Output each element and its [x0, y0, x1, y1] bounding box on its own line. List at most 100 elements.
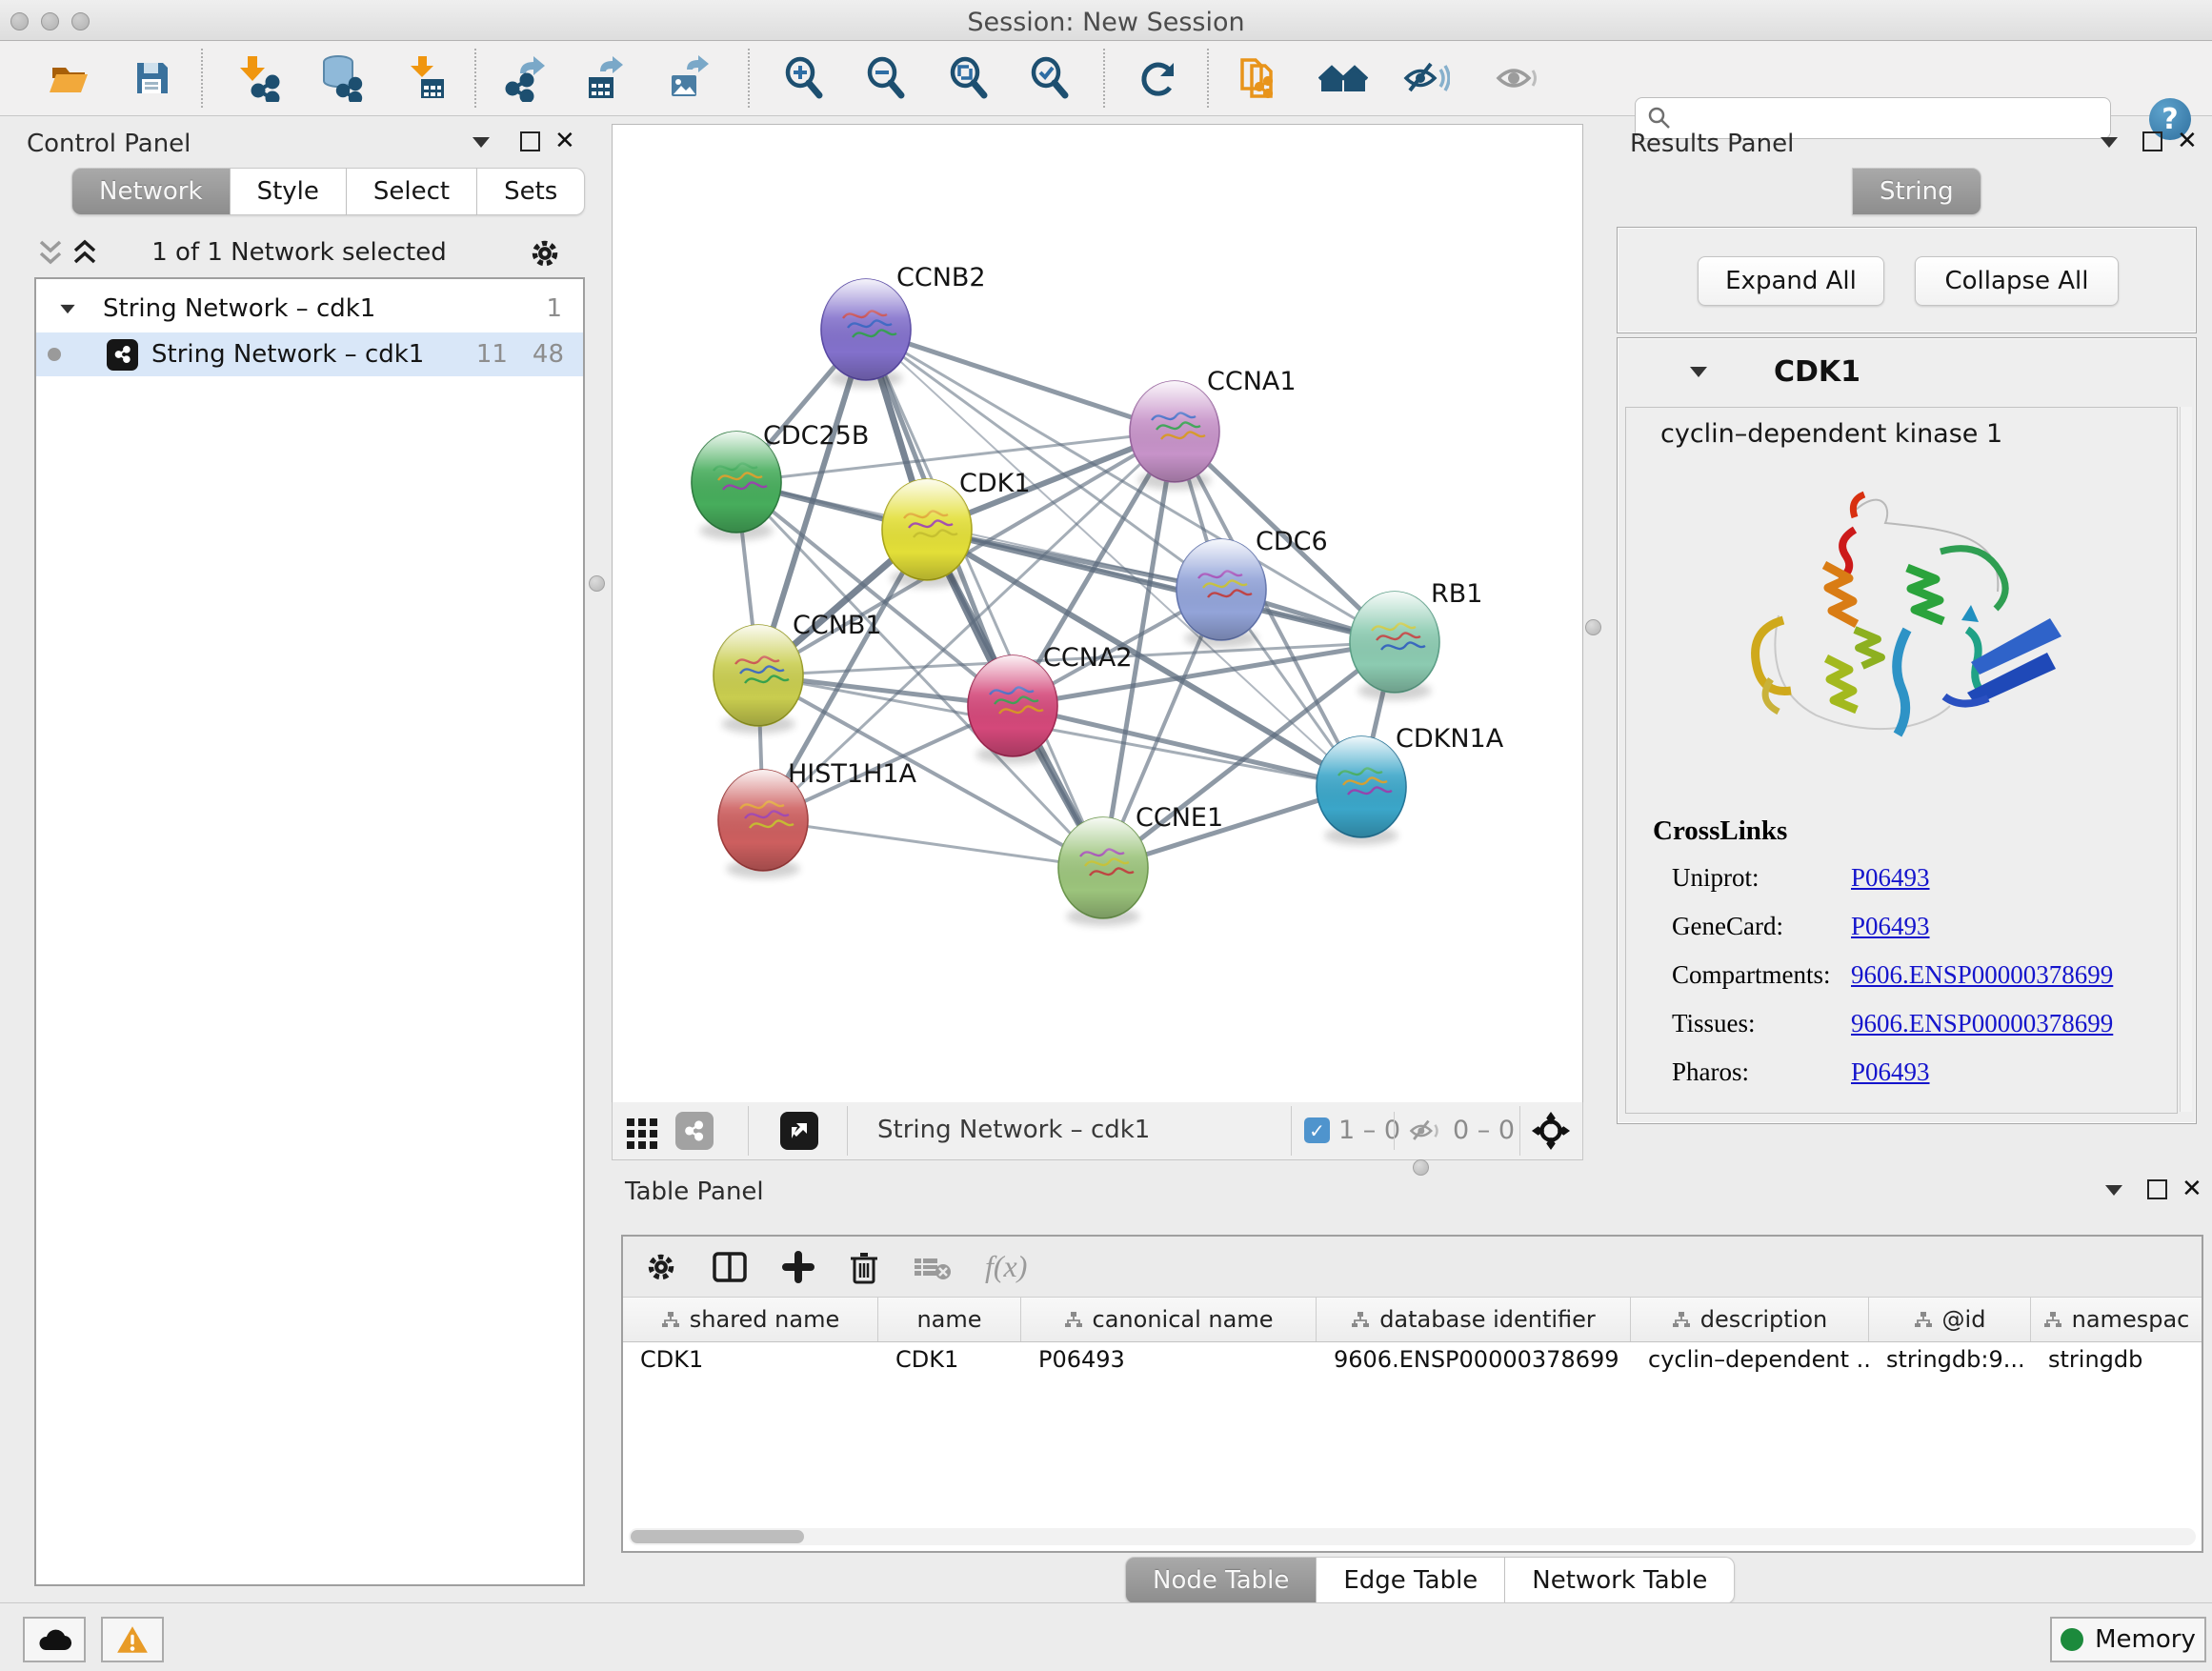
toolbar-separator	[1103, 49, 1105, 108]
cell-canonical-name: P06493	[1021, 1341, 1317, 1379]
open-session-button[interactable]	[44, 53, 93, 103]
left-splitter-handle[interactable]	[589, 575, 605, 592]
zoom-selected-button[interactable]	[1025, 53, 1075, 103]
cell-name: CDK1	[878, 1341, 1021, 1379]
collection-label: String Network – cdk1	[103, 294, 375, 323]
gene-symbol: CDK1	[1774, 355, 1860, 389]
zoom-fit-button[interactable]	[944, 53, 994, 103]
import-network-database-button[interactable]	[315, 53, 365, 103]
apply-layout-button[interactable]	[1134, 53, 1183, 103]
gene-collapse-caret-icon[interactable]	[1690, 367, 1707, 377]
control-panel-float-icon[interactable]	[520, 131, 540, 151]
crosslink-tissues-link[interactable]: 9606.ENSP00000378699	[1851, 1009, 2113, 1038]
control-panel-close-icon[interactable]: ✕	[554, 129, 575, 153]
expand-all-icon[interactable]	[70, 238, 99, 269]
column-header-at-id[interactable]: @id	[1869, 1298, 2031, 1341]
tab-network[interactable]: Network	[71, 168, 231, 215]
export-table-button[interactable]	[580, 53, 630, 103]
tab-string-results[interactable]: String	[1852, 168, 1981, 215]
first-neighbors-button[interactable]	[1318, 53, 1368, 103]
network-options-gear-icon[interactable]	[528, 236, 562, 271]
import-table-file-button[interactable]	[401, 53, 451, 103]
birdseye-grid-button[interactable]	[624, 1114, 660, 1150]
scrollbar-thumb[interactable]	[631, 1530, 804, 1543]
gene-section-header[interactable]: CDK1	[1618, 338, 2196, 405]
results-scrollbar[interactable]	[2180, 407, 2192, 1112]
export-image-button[interactable]	[663, 53, 713, 103]
table-horizontal-scrollbar[interactable]	[629, 1528, 2196, 1545]
string-view-button[interactable]	[675, 1112, 714, 1150]
current-network-dot-icon	[48, 348, 61, 361]
collection-expand-caret-icon[interactable]	[60, 304, 74, 312]
crosslink-pharos-link[interactable]: P06493	[1851, 1057, 1930, 1087]
clone-network-button[interactable]	[1234, 53, 1283, 103]
svg-text:CDK1: CDK1	[959, 469, 1031, 498]
network-collection-row[interactable]: String Network – cdk1 1	[36, 287, 583, 331]
column-header-canonical-name[interactable]: canonical name	[1021, 1298, 1317, 1341]
save-session-button[interactable]	[128, 53, 177, 103]
results-panel-close-icon[interactable]: ✕	[2177, 129, 2198, 153]
collapse-all-icon[interactable]	[36, 238, 65, 269]
create-column-plus-icon[interactable]	[781, 1250, 815, 1284]
zoom-out-button[interactable]	[861, 53, 911, 103]
crosslink-genecard-link[interactable]: P06493	[1851, 912, 1930, 941]
tab-node-table[interactable]: Node Table	[1125, 1557, 1317, 1604]
network-graph[interactable]: CCNB2CCNA1CDC25BCDK1CDC6RB1CCNB1CCNA2CDK…	[613, 125, 1582, 1102]
table-panel-close-icon[interactable]: ✕	[2182, 1177, 2202, 1201]
hide-selected-button[interactable]	[1401, 53, 1451, 103]
delete-column-trash-icon[interactable]	[848, 1249, 880, 1285]
warning-status-button[interactable]	[101, 1617, 164, 1662]
table-row[interactable]: CDK1 CDK1 P06493 9606.ENSP00000378699 cy…	[623, 1341, 2202, 1379]
column-header-database-identifier[interactable]: database identifier	[1317, 1298, 1631, 1341]
crosslink-label: Pharos:	[1672, 1057, 1749, 1087]
refresh-icon	[1136, 55, 1181, 101]
gene-detail-box: cyclin–dependent kinase 1	[1625, 407, 2178, 1114]
cell-at-id: stringdb:9...	[1869, 1341, 2031, 1379]
column-header-shared-name[interactable]: shared name	[623, 1298, 878, 1341]
table-panel-menu-caret-icon[interactable]	[2105, 1185, 2122, 1196]
tab-style[interactable]: Style	[231, 168, 347, 215]
tab-network-table[interactable]: Network Table	[1505, 1557, 1735, 1604]
table-panel-float-icon[interactable]	[2147, 1179, 2167, 1199]
column-header-description[interactable]: description	[1631, 1298, 1869, 1341]
crosslink-uniprot-link[interactable]: P06493	[1851, 863, 1930, 893]
table-panel: Table Panel ✕ f(x) shared name name cano…	[610, 1170, 2212, 1602]
show-columns-icon[interactable]	[711, 1250, 749, 1284]
svg-text:CDKN1A: CDKN1A	[1396, 724, 1504, 754]
expand-all-button[interactable]: Expand All	[1698, 256, 1884, 306]
memory-button[interactable]: Memory	[2050, 1617, 2206, 1662]
import-network-file-button[interactable]	[232, 53, 282, 103]
tab-select[interactable]: Select	[347, 168, 477, 215]
network-view-toolbar: String Network – cdk1 ✓ 1 – 0 0 – 0	[612, 1102, 1583, 1160]
database-icon	[316, 54, 364, 102]
column-header-namespace[interactable]: namespac	[2031, 1298, 2202, 1341]
results-panel-title: Results Panel	[1630, 130, 1794, 158]
selected-checkbox-icon[interactable]: ✓	[1304, 1117, 1330, 1143]
svg-text:RB1: RB1	[1431, 579, 1482, 609]
control-panel-menu-caret-icon[interactable]	[473, 137, 490, 148]
export-network-button[interactable]	[498, 53, 548, 103]
network-canvas[interactable]: CCNB2CCNA1CDC25BCDK1CDC6RB1CCNB1CCNA2CDK…	[612, 124, 1583, 1103]
network-row-selected[interactable]: String Network – cdk1 11 48	[36, 332, 583, 376]
table-header-row: shared name name canonical name database…	[623, 1298, 2202, 1342]
tab-edge-table[interactable]: Edge Table	[1317, 1557, 1505, 1604]
zoom-in-button[interactable]	[779, 53, 829, 103]
detach-view-button[interactable]	[780, 1112, 818, 1150]
column-header-name[interactable]: name	[878, 1298, 1021, 1341]
show-all-button[interactable]	[1492, 53, 1541, 103]
shared-column-icon	[1672, 1311, 1691, 1328]
results-panel-float-icon[interactable]	[2142, 131, 2162, 151]
toolbar-separator	[748, 1106, 749, 1156]
results-panel-menu-caret-icon[interactable]	[2101, 137, 2118, 148]
window-title: Session: New Session	[0, 8, 2212, 37]
crosslink-compartments-link[interactable]: 9606.ENSP00000378699	[1851, 960, 2113, 990]
shared-column-icon	[1914, 1311, 1933, 1328]
hidden-eye-slash-icon	[1407, 1116, 1443, 1146]
collapse-all-button[interactable]: Collapse All	[1915, 256, 2119, 306]
right-splitter-handle[interactable]	[1585, 619, 1601, 635]
table-options-gear-icon[interactable]	[644, 1250, 678, 1284]
tab-sets[interactable]: Sets	[477, 168, 585, 215]
cloud-status-button[interactable]	[23, 1617, 86, 1662]
control-panel: Control Panel ✕ Network Style Select Set…	[10, 122, 583, 1602]
birdseye-crosshair-icon[interactable]	[1531, 1111, 1571, 1151]
